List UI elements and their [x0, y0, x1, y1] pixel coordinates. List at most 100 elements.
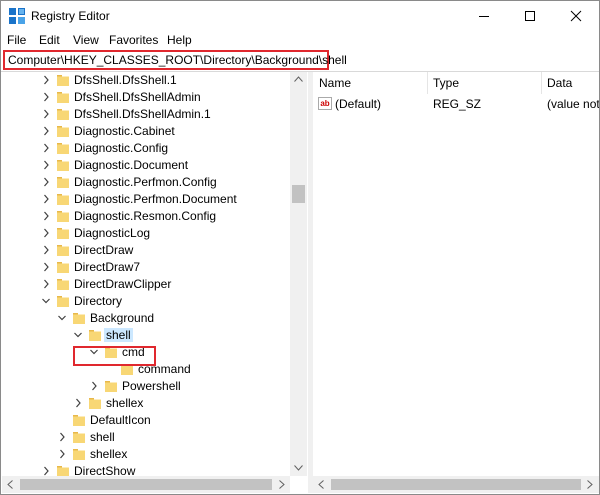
tree-item[interactable]: Diagnostic.Config: [2, 140, 292, 157]
chevron-right-icon[interactable]: [40, 74, 52, 86]
chevron-right-icon[interactable]: [72, 397, 84, 409]
tree-item[interactable]: Diagnostic.Cabinet: [2, 123, 292, 140]
tree-item[interactable]: DfsShell.DfsShellAdmin: [2, 89, 292, 106]
menu-help[interactable]: Help: [167, 33, 192, 47]
tree-item-label[interactable]: DfsShell.DfsShellAdmin.1: [72, 107, 213, 121]
scroll-down-icon[interactable]: [294, 465, 303, 471]
tree-item-label[interactable]: Diagnostic.Document: [72, 158, 190, 172]
column-header-type[interactable]: Type: [433, 76, 459, 90]
value-type[interactable]: REG_SZ: [433, 97, 481, 111]
chevron-right-icon[interactable]: [40, 142, 52, 154]
folder-icon: [105, 381, 117, 392]
chevron-down-icon[interactable]: [56, 312, 68, 324]
tree-item-label[interactable]: DfsShell.DfsShellAdmin: [72, 90, 203, 104]
values-horizontal-scrollbar[interactable]: [313, 476, 599, 493]
tree-item-label[interactable]: Powershell: [120, 379, 183, 393]
chevron-right-icon[interactable]: [40, 91, 52, 103]
scroll-left-icon[interactable]: [7, 480, 13, 489]
tree-item-label[interactable]: Diagnostic.Config: [72, 141, 170, 155]
tree-item[interactable]: Diagnostic.Perfmon.Document: [2, 191, 292, 208]
minimize-icon: [479, 16, 489, 17]
tree-item-label[interactable]: DfsShell.DfsShell.1: [72, 73, 179, 87]
column-header-name[interactable]: Name: [319, 76, 351, 90]
tree-item[interactable]: Powershell: [2, 378, 292, 395]
close-button[interactable]: [553, 1, 599, 31]
chevron-right-icon[interactable]: [56, 431, 68, 443]
values-horizontal-thumb[interactable]: [331, 479, 581, 490]
tree-item-label[interactable]: DiagnosticLog: [72, 226, 152, 240]
tree-item-label[interactable]: Diagnostic.Cabinet: [72, 124, 177, 138]
tree-item[interactable]: DfsShell.DfsShellAdmin.1: [2, 106, 292, 123]
tree-item-label[interactable]: shell: [88, 430, 117, 444]
chevron-right-icon[interactable]: [40, 210, 52, 222]
chevron-right-icon[interactable]: [40, 125, 52, 137]
menu-edit[interactable]: Edit: [39, 33, 60, 47]
tree-item[interactable]: shellex: [2, 446, 292, 463]
tree-item[interactable]: DirectDrawClipper: [2, 276, 292, 293]
column-header-data[interactable]: Data: [547, 76, 572, 90]
scroll-up-icon[interactable]: [294, 76, 303, 82]
chevron-right-icon[interactable]: [40, 278, 52, 290]
tree-item-label[interactable]: DirectDraw: [72, 243, 135, 257]
address-bar[interactable]: Computer\HKEY_CLASSES_ROOT\Directory\Bac…: [3, 50, 347, 70]
tree-item[interactable]: Directory: [2, 293, 292, 310]
scroll-right-icon[interactable]: [587, 480, 593, 489]
tree-item-label[interactable]: shellex: [88, 447, 129, 461]
chevron-right-icon[interactable]: [40, 261, 52, 273]
tree-item[interactable]: DefaultIcon: [2, 412, 292, 429]
folder-icon: [57, 296, 69, 307]
menu-favorites[interactable]: Favorites: [109, 33, 158, 47]
tree-item-label[interactable]: DirectDrawClipper: [72, 277, 173, 291]
tree-vertical-scrollbar[interactable]: [290, 72, 307, 476]
tree-item-label[interactable]: shell: [104, 328, 133, 342]
menu-view[interactable]: View: [73, 33, 99, 47]
scroll-right-icon[interactable]: [279, 480, 285, 489]
tree-item[interactable]: Diagnostic.Resmon.Config: [2, 208, 292, 225]
tree-item-label[interactable]: DefaultIcon: [88, 413, 153, 427]
tree-horizontal-scrollbar[interactable]: [2, 476, 290, 493]
address-path[interactable]: Computer\HKEY_CLASSES_ROOT\Directory\Bac…: [8, 53, 347, 67]
value-data[interactable]: (value not: [547, 97, 599, 111]
chevron-right-icon[interactable]: [40, 159, 52, 171]
tree-item[interactable]: Diagnostic.Document: [2, 157, 292, 174]
folder-icon: [57, 75, 69, 86]
chevron-right-icon[interactable]: [40, 193, 52, 205]
tree-item-label[interactable]: shellex: [104, 396, 145, 410]
column-separator[interactable]: [427, 72, 428, 94]
tree-item-label[interactable]: Diagnostic.Perfmon.Document: [72, 192, 239, 206]
menu-file[interactable]: File: [7, 33, 26, 47]
chevron-right-icon[interactable]: [40, 176, 52, 188]
column-separator[interactable]: [541, 72, 542, 94]
tree-item-label[interactable]: DirectDraw7: [72, 260, 142, 274]
tree-item-label[interactable]: Diagnostic.Resmon.Config: [72, 209, 218, 223]
minimize-button[interactable]: [461, 1, 507, 31]
tree-item[interactable]: DiagnosticLog: [2, 225, 292, 242]
tree-item[interactable]: DirectDraw7: [2, 259, 292, 276]
chevron-down-icon[interactable]: [40, 295, 52, 307]
scroll-left-icon[interactable]: [318, 480, 324, 489]
tree-item-label[interactable]: Background: [88, 311, 156, 325]
tree-horizontal-thumb[interactable]: [20, 479, 272, 490]
chevron-right-icon[interactable]: [40, 244, 52, 256]
tree-item[interactable]: DirectDraw: [2, 242, 292, 259]
folder-icon: [57, 109, 69, 120]
folder-icon: [57, 177, 69, 188]
folder-icon: [57, 143, 69, 154]
tree-item[interactable]: Background: [2, 310, 292, 327]
folder-icon: [57, 279, 69, 290]
chevron-right-icon[interactable]: [40, 227, 52, 239]
chevron-down-icon[interactable]: [72, 329, 84, 341]
tree-item[interactable]: shellex: [2, 395, 292, 412]
maximize-button[interactable]: [507, 1, 553, 31]
tree-vertical-thumb[interactable]: [292, 185, 305, 203]
chevron-right-icon[interactable]: [40, 108, 52, 120]
tree-item-label[interactable]: Diagnostic.Perfmon.Config: [72, 175, 219, 189]
chevron-right-icon[interactable]: [56, 448, 68, 460]
tree-item[interactable]: shell: [2, 327, 292, 344]
value-name[interactable]: (Default): [335, 97, 381, 111]
tree-item[interactable]: Diagnostic.Perfmon.Config: [2, 174, 292, 191]
chevron-right-icon[interactable]: [88, 380, 100, 392]
tree-item[interactable]: DfsShell.DfsShell.1: [2, 72, 292, 89]
tree-item-label[interactable]: Directory: [72, 294, 124, 308]
tree-item[interactable]: shell: [2, 429, 292, 446]
